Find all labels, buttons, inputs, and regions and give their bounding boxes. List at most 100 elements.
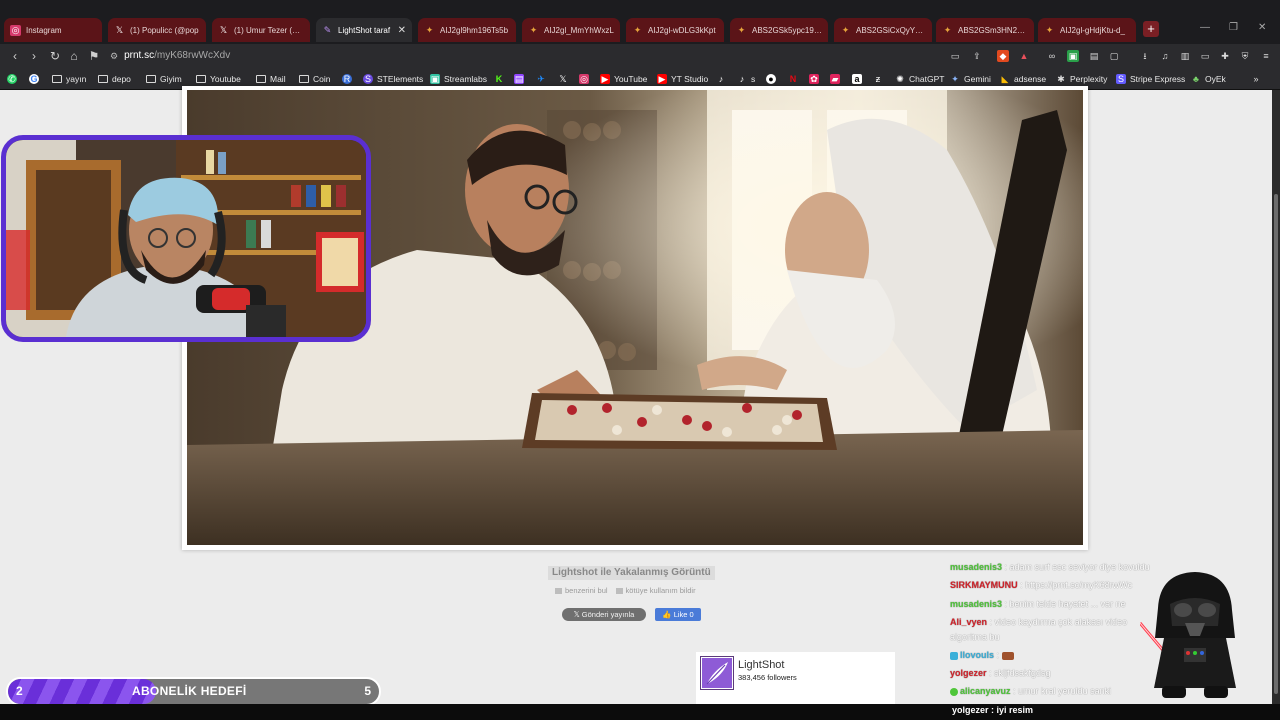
bookmark-circle[interactable]: ● xyxy=(766,72,776,86)
tab-title: (1) Umur Tezer (@U xyxy=(234,25,304,35)
scrollbar-thumb[interactable] xyxy=(1274,194,1278,694)
cast-icon[interactable]: ▭ xyxy=(949,50,961,62)
app-icon: ✦ xyxy=(529,24,538,35)
whatsapp-bookmark[interactable]: ✆ xyxy=(7,72,17,86)
bookmark-red-app[interactable]: ✿ xyxy=(809,72,819,86)
bookmark-red-app-2[interactable]: ▰ xyxy=(830,72,840,86)
extension-box-icon[interactable]: ▢ xyxy=(1108,50,1120,62)
bookmark-oyek[interactable]: ♣ OyEk xyxy=(1191,72,1226,86)
chat-message: Ali_vyen : video kaydırma çok alakası vi… xyxy=(950,617,1128,627)
brave-shield-icon[interactable]: ◆ xyxy=(997,50,1009,62)
report-abuse-link[interactable]: kötüye kullanım bildir xyxy=(615,586,696,595)
x-post-button[interactable]: 𝕏 Gönderi yayınla xyxy=(562,608,646,621)
bottom-strip xyxy=(0,704,1280,720)
bookmark-kick[interactable]: K xyxy=(494,72,504,86)
subscriber-badge-icon xyxy=(950,651,958,660)
bookmark-z[interactable]: ƶ xyxy=(873,72,883,86)
bookmark-icon[interactable]: ⚑ xyxy=(87,48,101,64)
bookmark-x[interactable]: 𝕏 xyxy=(558,72,568,86)
tiktok-icon: ♪ xyxy=(739,74,745,84)
tab-app-3[interactable]: ✦ AIJ2gl-wDLG3kKpt xyxy=(626,18,724,42)
sidebar-icon[interactable]: ▥ xyxy=(1179,50,1191,62)
close-window-icon[interactable]: ✕ xyxy=(1258,22,1266,33)
tab-app-2[interactable]: ✦ AIJ2gl_MmYhWxzL xyxy=(522,18,620,42)
tab-app-6[interactable]: ✦ ABS2GSm3HN2pfjc xyxy=(936,18,1034,42)
bookmark-folder-giyim[interactable]: Giyim xyxy=(146,72,182,86)
download-icon[interactable]: ⭳ xyxy=(1139,50,1151,62)
folder-icon xyxy=(196,75,206,83)
tab-x-populicc[interactable]: 𝕏 (1) Populicc (@pop xyxy=(108,18,206,42)
tab-app-1[interactable]: ✦ AIJ2gl9hm196Ts5b xyxy=(418,18,516,42)
bookmark-folder-mail[interactable]: Mail xyxy=(256,72,286,86)
chat-username: yolgezer xyxy=(950,668,987,678)
back-icon[interactable]: ‹ xyxy=(8,48,22,64)
find-similar-link[interactable]: benzerini bul xyxy=(555,586,608,595)
brave-rewards-icon[interactable]: ▲ xyxy=(1018,50,1030,62)
bookmark-amazon[interactable]: a xyxy=(852,72,862,86)
tab-title: AIJ2gl9hm196Ts5b xyxy=(440,25,509,35)
bookmark-gemini[interactable]: ✦ Gemini xyxy=(950,72,991,86)
bookmark-label: Giyim xyxy=(160,74,182,84)
bookmark-instagram[interactable]: ◎ xyxy=(579,72,589,86)
bookmark-adsense[interactable]: ◣ adsense xyxy=(1000,72,1047,86)
extension-monitor-icon[interactable]: ▤ xyxy=(1088,50,1100,62)
media-icon[interactable]: ♫ xyxy=(1159,50,1171,62)
minimize-icon[interactable]: — xyxy=(1200,22,1210,33)
share-icon[interactable]: ⇪ xyxy=(971,50,983,62)
bookmark-stelements[interactable]: S STElements xyxy=(363,72,423,86)
bookmark-twitch[interactable]: ▤ xyxy=(514,72,524,86)
bookmark-folder-yayin[interactable]: yayın xyxy=(52,72,86,86)
bookmark-yt-studio[interactable]: ▶ YT Studio xyxy=(657,72,708,86)
google-bookmark[interactable]: G xyxy=(29,72,39,86)
chat-message: alicanyavuz : umur kral yeruldu sanki xyxy=(950,686,1111,697)
tab-app-7[interactable]: ✦ AIJ2gl-gHdjKtu-d_ xyxy=(1038,18,1136,42)
bookmark-bluesky[interactable]: ✈ xyxy=(536,72,546,86)
menu-icon[interactable]: ≡ xyxy=(1260,50,1272,62)
site-info-icon[interactable]: ⚙ xyxy=(110,47,118,65)
tab-x-umur[interactable]: 𝕏 (1) Umur Tezer (@U xyxy=(212,18,310,42)
folder-icon xyxy=(256,75,266,83)
tab-instagram[interactable]: ◎ Instagram xyxy=(4,18,102,42)
bookmark-streamlabs[interactable]: ▣ Streamlabs xyxy=(430,72,487,86)
address-bar[interactable]: ⚙ prnt.sc /myK68rwWcXdv xyxy=(110,47,930,65)
bookmark-youtube[interactable]: ▶ YouTube xyxy=(600,72,647,86)
stripe-icon: S xyxy=(1116,74,1126,84)
bookmark-folder-depo[interactable]: depo xyxy=(98,72,131,86)
bookmark-netflix[interactable]: N xyxy=(788,72,798,86)
extension-glasses-icon[interactable]: ∞ xyxy=(1046,50,1058,62)
webcam-feed xyxy=(6,140,366,337)
forward-icon[interactable]: › xyxy=(27,48,41,64)
bookmark-r[interactable]: R xyxy=(342,72,352,86)
close-tab-icon[interactable]: ✕ xyxy=(398,25,406,36)
r-icon: R xyxy=(342,74,352,84)
bookmark-perplexity[interactable]: ✱ Perplexity xyxy=(1056,72,1107,86)
lightshot-page-box[interactable]: LightShot 383,456 followers xyxy=(696,652,895,704)
chat-username: SIRKMAYMUNU xyxy=(950,580,1018,590)
bookmark-stripe-express[interactable]: S Stripe Express xyxy=(1116,72,1185,86)
tab-app-5[interactable]: ✦ ABS2GSiCxQyYJU3 xyxy=(834,18,932,42)
trash-icon xyxy=(615,588,623,595)
tab-app-4[interactable]: ✦ ABS2GSk5ypc19uv xyxy=(730,18,828,42)
tab-title: Instagram xyxy=(26,25,62,35)
bookmark-folder-coin[interactable]: Coin xyxy=(299,72,330,86)
new-tab-button[interactable]: + xyxy=(1143,21,1159,37)
tab-lightshot[interactable]: ✎ LightShot taraf ✕ xyxy=(316,18,412,42)
maximize-icon[interactable]: ❐ xyxy=(1229,22,1238,33)
bookmark-label: Gemini xyxy=(964,74,991,84)
bookmark-chatgpt[interactable]: ✺ ChatGPT xyxy=(895,72,944,86)
vpn-shield-icon[interactable]: ⛨ xyxy=(1239,50,1251,62)
extension-green-icon[interactable]: ▣ xyxy=(1067,50,1079,62)
bookmarks-overflow-button[interactable]: » xyxy=(1251,72,1261,86)
lightshot-name[interactable]: LightShot xyxy=(738,659,784,671)
extensions-puzzle-icon[interactable]: ✚ xyxy=(1219,50,1231,62)
bookmark-tiktok-s[interactable]: ♪ s xyxy=(737,72,756,86)
home-icon[interactable]: ⌂ xyxy=(67,48,81,64)
reload-icon[interactable]: ↻ xyxy=(48,48,62,64)
facebook-like-button[interactable]: 👍 Like 0 xyxy=(655,608,701,621)
bookmark-tiktok[interactable]: ♪ xyxy=(716,72,726,86)
tab-title: ABS2GSk5ypc19uv xyxy=(752,25,822,35)
bookmark-folder-youtube[interactable]: Youtube xyxy=(196,72,241,86)
scrollbar[interactable] xyxy=(1272,90,1280,704)
oyek-icon: ♣ xyxy=(1193,74,1199,84)
wallet-icon[interactable]: ▭ xyxy=(1199,50,1211,62)
